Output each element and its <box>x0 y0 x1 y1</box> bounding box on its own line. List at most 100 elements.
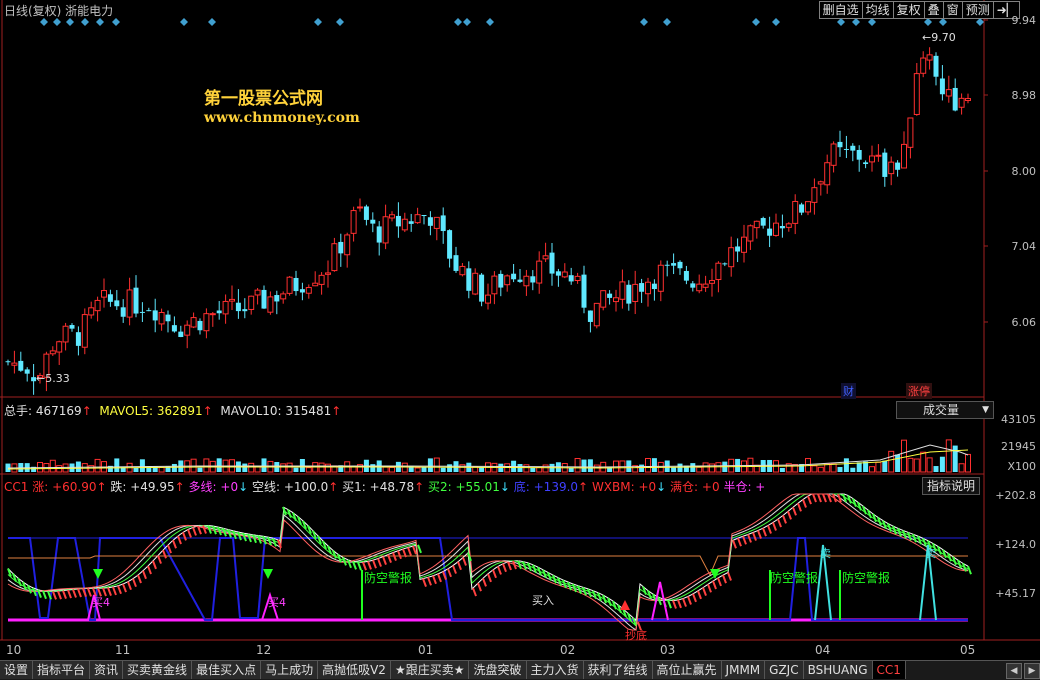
candle-body <box>197 320 203 331</box>
signal-diamond-icon <box>852 18 860 26</box>
restore-rights-button[interactable]: 复权 <box>892 1 925 19</box>
chart-canvas[interactable] <box>0 0 1040 660</box>
volume-bar <box>817 466 824 473</box>
volume-bar <box>850 467 856 472</box>
candle-body <box>101 290 107 298</box>
candle-body <box>120 307 126 317</box>
cc1-hatch <box>722 574 727 584</box>
cc1-hatch <box>397 550 402 560</box>
candle-body <box>869 155 875 163</box>
tab-indicator-platform[interactable]: 指标平台 <box>33 661 91 679</box>
indicator-help-button[interactable]: 指标说明 <box>922 477 981 495</box>
moving-average-button[interactable]: 均线 <box>861 1 894 19</box>
candle-body <box>561 271 568 278</box>
cc1-hatch <box>382 556 387 566</box>
signal-diamond-icon <box>81 18 89 26</box>
tab-high-stop-profit[interactable]: 高位止赢先 <box>652 661 722 679</box>
cc1-hatch <box>677 599 682 609</box>
tab-bshuang[interactable]: BSHUANG <box>803 661 873 679</box>
volume-bar <box>945 439 952 473</box>
scroll-left-icon[interactable]: ◀ <box>1006 663 1022 679</box>
candle-body <box>24 369 30 374</box>
tab-main-force-buy[interactable]: 主力入货 <box>526 661 584 679</box>
tab-high-sell-low-buy[interactable]: 高抛低吸V2 <box>318 661 391 679</box>
volume-bar <box>248 462 255 473</box>
delete-favorite-button[interactable]: 删自选 <box>818 1 863 19</box>
tab-settings[interactable]: 设置 <box>0 661 34 679</box>
cc1-hatch <box>392 552 397 562</box>
candle-body <box>632 283 639 303</box>
cc1-hatch <box>117 585 122 595</box>
signal-diamond-icon <box>976 18 984 26</box>
trend-arrow-icon: ↑ <box>96 480 107 494</box>
volume-bar <box>856 462 862 472</box>
candle-body <box>184 324 191 336</box>
cc1-legend-item: WXBM: +0 <box>591 480 657 494</box>
limit-up-badge[interactable]: 涨停 <box>906 383 932 399</box>
signal-diamond-icon <box>752 18 760 26</box>
trend-arrow-icon: ↓ <box>499 480 510 494</box>
trend-arrow-icon: ↑ <box>578 480 589 494</box>
volume-bar <box>952 445 958 472</box>
candle-body <box>178 331 184 338</box>
tab-cc1[interactable]: CC1 <box>872 661 906 679</box>
candle-body <box>107 294 113 302</box>
cc1-hatch <box>52 591 57 600</box>
cc1-hatch <box>647 590 652 599</box>
candle-body <box>305 287 312 294</box>
signal-diamond-icon <box>180 18 188 26</box>
down-arrow-icon <box>263 569 273 579</box>
tab-golden-line[interactable]: 买卖黄金线 <box>123 661 193 679</box>
candle-body <box>753 220 760 229</box>
tab-instant-success[interactable]: 马上成功 <box>261 661 319 679</box>
tab-jmmm[interactable]: JMMM <box>721 661 766 679</box>
candle-body <box>607 293 613 298</box>
tab-gzjc[interactable]: GZJC <box>765 661 804 679</box>
cc1-hatch <box>777 518 782 528</box>
tab-washout-breakout[interactable]: 洗盘突破 <box>469 661 527 679</box>
volume-bar <box>888 450 895 473</box>
cc1-hatch <box>127 581 132 591</box>
volume-bar <box>913 458 920 473</box>
window-button[interactable]: 窗 <box>942 1 963 19</box>
volume-bar <box>882 460 888 472</box>
volume-bar <box>49 459 56 473</box>
candle-body <box>401 218 408 231</box>
forecast-button[interactable]: 预测 <box>961 1 994 19</box>
candle-body <box>945 89 952 97</box>
cc1-hatch <box>732 539 737 549</box>
candle-body <box>735 246 741 252</box>
volume-bar <box>171 463 177 472</box>
overlay-button[interactable]: 叠 <box>923 1 944 19</box>
tab-follow-dealer[interactable]: ★跟庄买卖★ <box>390 661 470 679</box>
candle-body <box>690 283 696 288</box>
candle-body <box>286 276 293 294</box>
volume-bar <box>779 467 785 472</box>
alarm-label: 防空警报 <box>842 571 891 585</box>
volume-bar <box>939 456 945 472</box>
tab-news[interactable]: 资讯 <box>90 661 124 679</box>
candle-body <box>344 234 351 256</box>
volume-bar <box>139 459 145 472</box>
candle-body <box>408 221 414 224</box>
cc1-hatch <box>72 589 77 598</box>
tab-best-buy-point[interactable]: 最佳买入点 <box>192 661 262 679</box>
tab-profit-taking[interactable]: 获利了结线 <box>583 661 653 679</box>
candle-body <box>593 302 600 327</box>
cc1-hatch <box>137 574 142 584</box>
cc1-hatch <box>852 498 857 507</box>
scroll-right-icon[interactable]: ▶ <box>1024 663 1040 679</box>
candle-body <box>56 341 63 353</box>
candle-body <box>370 219 376 224</box>
cc1-legend-item: 买1: +48.78 <box>342 480 415 494</box>
candle-body <box>261 289 267 309</box>
cc1-hatch <box>182 532 187 541</box>
candle-body <box>363 206 369 220</box>
cc1-hatch <box>482 577 487 587</box>
cc1-hatch <box>747 534 752 543</box>
signal-diamond-icon <box>486 18 494 26</box>
cc1-hatch <box>157 555 162 564</box>
indicator-dropdown[interactable]: 成交量 ▼ <box>896 401 994 419</box>
candle-body <box>683 270 689 281</box>
finance-badge[interactable]: 财 <box>841 383 856 399</box>
